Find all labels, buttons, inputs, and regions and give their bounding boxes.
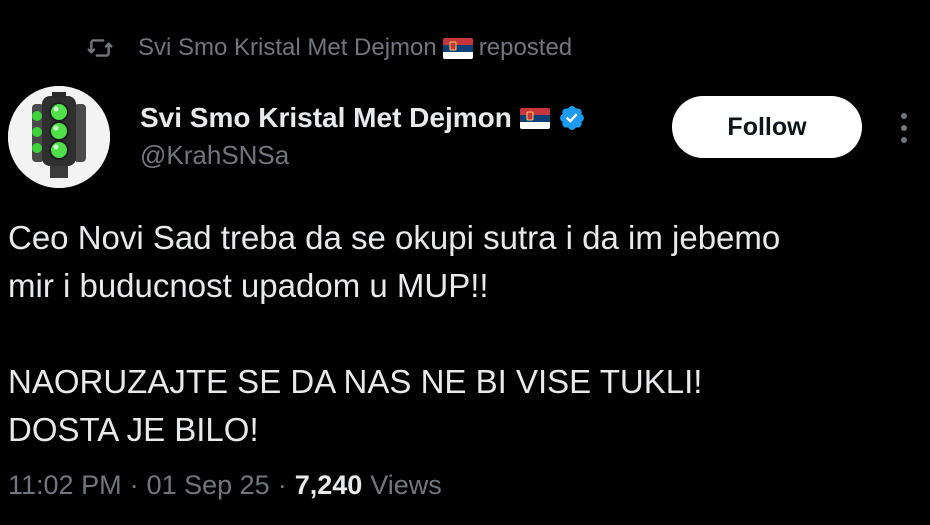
dot: [901, 113, 907, 119]
serbia-flag-icon: [519, 107, 550, 129]
repost-icon: [82, 33, 118, 63]
tweet-line: Ceo Novi Sad treba da se okupi sutra i d…: [8, 219, 781, 256]
author-block: Svi Smo Kristal Met Dejmon @KrahSNSa: [140, 98, 586, 171]
dot: [901, 125, 907, 131]
serbia-flag-icon: [442, 37, 473, 59]
traffic-light-icon: [8, 86, 110, 188]
tweet-time[interactable]: 11:02 PM: [8, 470, 122, 501]
tweet-meta: 11:02 PM · 01 Sep 25 · 7,240 Views: [8, 470, 442, 501]
meta-separator: ·: [277, 470, 287, 500]
tweet-line: mir i buducnost upadom u MUP!!: [8, 267, 489, 304]
views-count[interactable]: 7,240: [295, 470, 363, 501]
tweet-date[interactable]: 01 Sep 25: [147, 470, 270, 501]
author-handle[interactable]: @KrahSNSa: [140, 140, 586, 171]
repost-user-name[interactable]: Svi Smo Kristal Met Dejmon: [138, 34, 437, 62]
views-label[interactable]: Views: [370, 470, 442, 501]
meta-separator: ·: [129, 470, 139, 500]
tweet-line: NAORUZAJTE SE DA NAS NE BI VISE TUKLI!: [8, 363, 703, 400]
tweet-text: Ceo Novi Sad treba da se okupi sutra i d…: [8, 214, 908, 454]
repost-label: reposted: [478, 34, 573, 61]
display-name-row: Svi Smo Kristal Met Dejmon: [140, 98, 586, 138]
avatar[interactable]: [8, 86, 110, 188]
display-name[interactable]: Svi Smo Kristal Met Dejmon: [140, 102, 512, 134]
dot: [901, 137, 907, 143]
repost-text[interactable]: Svi Smo Kristal Met Dejmon reposted: [138, 34, 572, 62]
verified-badge-icon[interactable]: [558, 104, 586, 132]
more-options-icon[interactable]: [890, 106, 918, 150]
follow-button[interactable]: Follow: [672, 96, 862, 158]
tweet-line: DOSTA JE BILO!: [8, 411, 259, 448]
repost-header: Svi Smo Kristal Met Dejmon reposted: [82, 30, 572, 66]
